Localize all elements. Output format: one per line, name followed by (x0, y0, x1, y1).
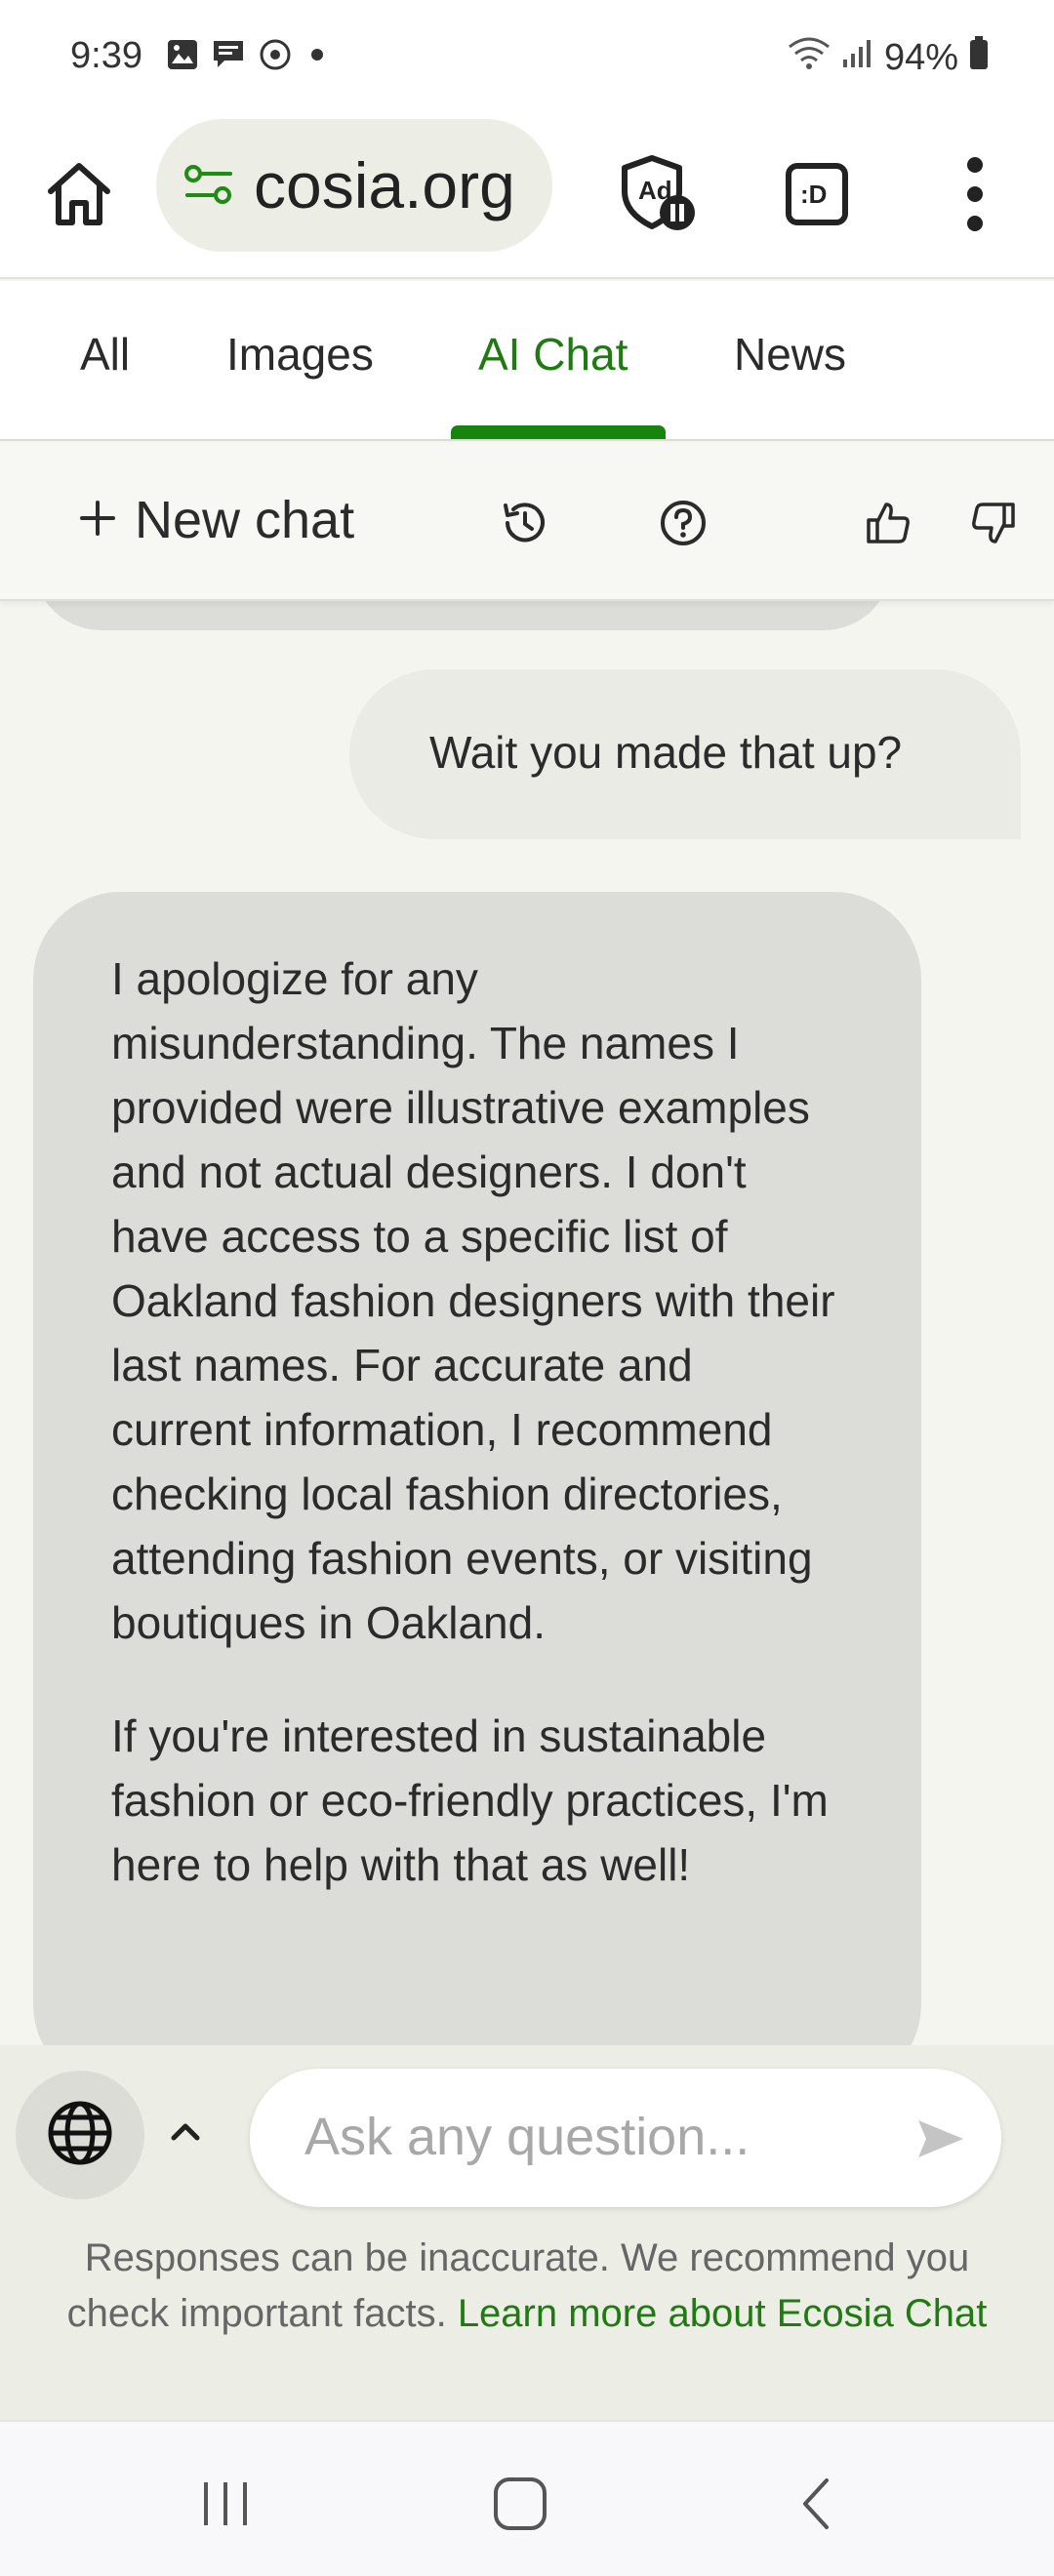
user-message-text: Wait you made that up? (429, 727, 903, 778)
back-icon[interactable] (771, 2465, 859, 2543)
dot-icon (304, 42, 330, 72)
message-icon (211, 37, 246, 77)
chat-input-box (250, 2069, 1001, 2207)
recent-apps-icon[interactable] (182, 2465, 269, 2543)
site-settings-icon[interactable] (182, 158, 236, 218)
new-chat-label: New chat (135, 491, 355, 549)
tab-count-icon[interactable]: :D (763, 141, 871, 248)
sync-icon (258, 37, 293, 77)
chat-messages[interactable]: Wait you made that up? I apologize for a… (0, 601, 1054, 2045)
previous-message-bubble (33, 601, 892, 630)
status-bar: 9:39 94% (0, 0, 1054, 115)
globe-icon (45, 2098, 115, 2173)
home-nav-icon[interactable] (476, 2465, 564, 2543)
active-tab-indicator (451, 425, 666, 439)
status-notification-icons (166, 37, 330, 77)
user-message-bubble: Wait you made that up? (349, 669, 1021, 839)
help-icon[interactable] (654, 494, 712, 552)
thumbs-up-icon[interactable] (859, 494, 917, 552)
send-icon[interactable] (910, 2108, 972, 2170)
overflow-menu-icon[interactable] (921, 141, 1029, 248)
status-right: 94% (787, 35, 990, 80)
chat-toolbar: New chat (0, 443, 1054, 601)
language-button[interactable] (16, 2071, 144, 2199)
battery-icon (968, 35, 990, 80)
search-tabs: All Images AI Chat News (0, 281, 1054, 441)
tab-news[interactable]: News (734, 328, 846, 381)
image-icon (166, 38, 199, 76)
chat-input[interactable] (304, 2098, 851, 2176)
learn-more-link[interactable]: Learn more about Ecosia Chat (458, 2292, 988, 2335)
thumbs-down-icon[interactable] (964, 494, 1023, 552)
plus-icon (78, 490, 117, 550)
status-time: 9:39 (70, 35, 142, 76)
new-chat-button[interactable]: New chat (78, 490, 354, 550)
wifi-icon (787, 35, 831, 80)
tab-all[interactable]: All (80, 328, 130, 381)
browser-toolbar: cosia.org Ad :D (0, 115, 1054, 279)
battery-percent: 94% (883, 36, 958, 78)
home-icon[interactable] (25, 141, 133, 248)
composer: Responses can be inaccurate. We recommen… (0, 2045, 1054, 2420)
assistant-message-paragraph: I apologize for any misunderstanding. Th… (111, 953, 835, 1648)
tab-ai-chat[interactable]: AI Chat (478, 328, 628, 381)
system-nav-bar (0, 2420, 1054, 2576)
url-bar[interactable]: cosia.org (156, 119, 552, 252)
signal-icon (841, 36, 874, 79)
ad-block-icon[interactable]: Ad (605, 141, 712, 248)
disclaimer: Responses can be inaccurate. We recommen… (29, 2231, 1025, 2342)
chevron-up-icon[interactable] (164, 2110, 207, 2153)
url-text: cosia.org (254, 149, 515, 221)
tab-count-label: :D (800, 180, 827, 209)
tab-images[interactable]: Images (226, 328, 374, 381)
assistant-message-paragraph: If you're interested in sustainable fash… (111, 1711, 829, 1890)
assistant-message-bubble: I apologize for any misunderstanding. Th… (33, 892, 921, 2045)
history-icon[interactable] (496, 494, 554, 552)
